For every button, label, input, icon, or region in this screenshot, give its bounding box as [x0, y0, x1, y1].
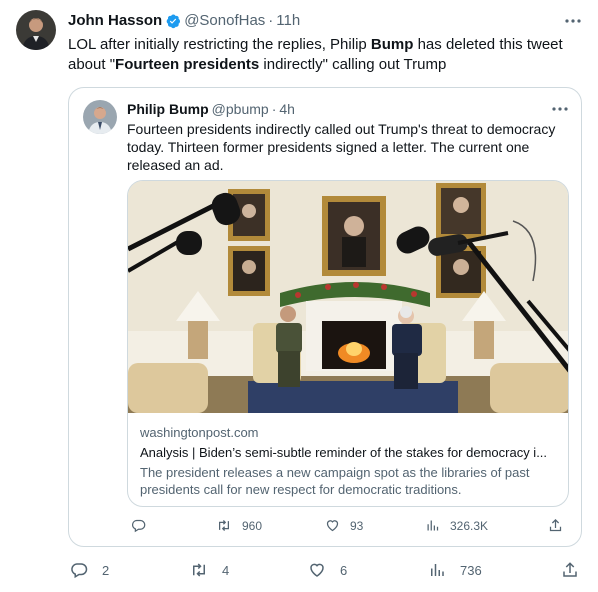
- retweet-icon: [190, 561, 208, 579]
- quoted-reply-button[interactable]: [131, 518, 156, 533]
- view-count: 736: [460, 562, 482, 578]
- link-card-domain: washingtonpost.com: [140, 425, 259, 440]
- author-avatar[interactable]: [16, 10, 56, 50]
- quoted-retweet-button[interactable]: 960: [216, 518, 262, 533]
- reply-icon: [131, 518, 146, 533]
- reply-count: 2: [102, 562, 110, 578]
- share-icon: [548, 518, 563, 533]
- tweet-text-segment: LOL after initially restricting the repl…: [68, 36, 371, 53]
- tweet-text-highlight: Bump: [370, 36, 414, 53]
- quoted-like-button[interactable]: 93: [325, 518, 363, 533]
- quoted-author-name[interactable]: Philip Bump: [127, 101, 209, 117]
- separator-dot: ·: [271, 101, 277, 117]
- quoted-share-button[interactable]: [548, 518, 563, 533]
- views-icon: [428, 561, 446, 579]
- tweet-text-highlight: Fourteen presidents: [115, 56, 260, 73]
- link-card-title[interactable]: Analysis | Biden’s semi-subtle reminder …: [140, 445, 560, 460]
- link-card-image[interactable]: [128, 181, 568, 413]
- share-button[interactable]: [561, 561, 579, 579]
- tweet-timestamp[interactable]: 11h: [276, 12, 300, 29]
- more-icon[interactable]: [562, 12, 584, 30]
- author-handle[interactable]: @SonofHas: [184, 12, 265, 29]
- tweet-header: John Hasson @SonofHas · 11h: [68, 12, 300, 29]
- tweet-text-segment: indirectly" calling out Trump: [259, 56, 447, 73]
- quoted-views-button[interactable]: 326.3K: [425, 518, 488, 533]
- retweet-icon: [216, 518, 232, 533]
- quoted-author-handle[interactable]: @pbump: [212, 101, 269, 117]
- verified-badge-icon: [165, 13, 181, 29]
- quoted-retweet-count: 960: [242, 518, 263, 533]
- quoted-tweet[interactable]: Philip Bump @pbump · 4h Fourteen preside…: [68, 87, 582, 547]
- tweet-text: LOL after initially restricting the repl…: [68, 35, 578, 75]
- retweet-button[interactable]: 4: [190, 561, 229, 579]
- like-button[interactable]: 6: [308, 561, 347, 579]
- more-icon[interactable]: [549, 100, 571, 118]
- author-name[interactable]: John Hasson: [68, 12, 162, 29]
- like-count: 6: [340, 562, 348, 578]
- retweet-count: 4: [222, 562, 230, 578]
- link-card[interactable]: washingtonpost.com Analysis | Biden’s se…: [127, 180, 569, 507]
- like-icon: [308, 561, 326, 579]
- separator-dot: ·: [268, 12, 274, 29]
- quoted-tweet-timestamp[interactable]: 4h: [279, 101, 295, 117]
- quoted-like-count: 93: [350, 518, 364, 533]
- link-card-description: The president releases a new campaign sp…: [140, 465, 530, 497]
- quoted-view-count: 326.3K: [450, 518, 489, 533]
- views-icon: [425, 518, 440, 533]
- share-icon: [561, 561, 579, 579]
- reply-button[interactable]: 2: [70, 561, 109, 579]
- like-icon: [325, 518, 340, 533]
- quoted-tweet-text: Fourteen presidents indirectly called ou…: [127, 121, 556, 173]
- quoted-author-avatar[interactable]: [83, 100, 117, 134]
- views-button[interactable]: 736: [428, 561, 482, 579]
- reply-icon: [70, 561, 88, 579]
- quoted-tweet-header: Philip Bump @pbump · 4h: [127, 101, 295, 117]
